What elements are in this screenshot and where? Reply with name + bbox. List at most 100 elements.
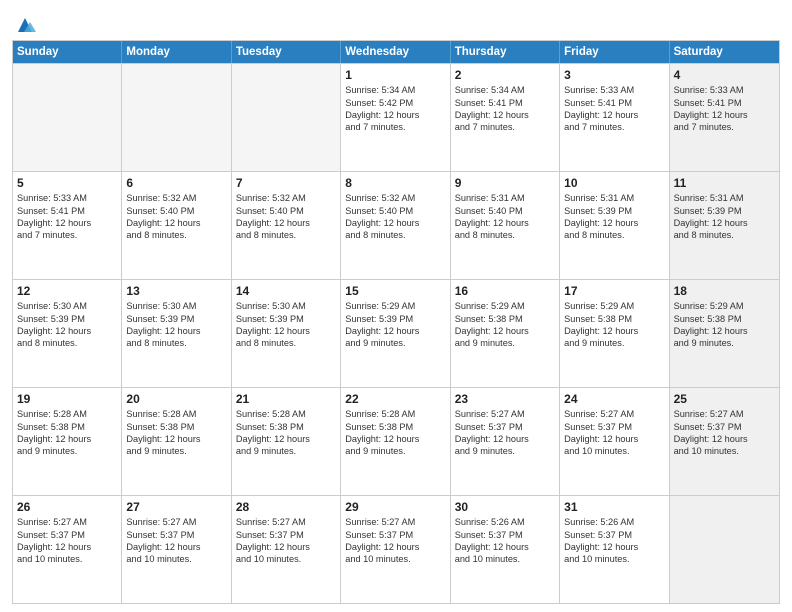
cell-info: Sunrise: 5:29 AM Sunset: 5:38 PM Dayligh… — [455, 301, 529, 348]
day-number: 14 — [236, 283, 336, 299]
cell-info: Sunrise: 5:32 AM Sunset: 5:40 PM Dayligh… — [236, 193, 310, 240]
day-number: 9 — [455, 175, 555, 191]
day-number: 20 — [126, 391, 226, 407]
day-number: 25 — [674, 391, 775, 407]
calendar: SundayMondayTuesdayWednesdayThursdayFrid… — [12, 40, 780, 604]
logo — [12, 14, 36, 34]
calendar-cell: 25 Sunrise: 5:27 AM Sunset: 5:37 PM Dayli… — [670, 388, 779, 495]
calendar-cell: 30Sunrise: 5:26 AM Sunset: 5:37 PM Dayli… — [451, 496, 560, 603]
cell-info: Sunrise: 5:28 AM Sunset: 5:38 PM Dayligh… — [17, 409, 91, 456]
day-number: 23 — [455, 391, 555, 407]
weekday-header: Friday — [560, 41, 669, 63]
calendar-cell: 10 Sunrise: 5:31 AM Sunset: 5:39 PM Dayli… — [560, 172, 669, 279]
calendar-cell: 23 Sunrise: 5:27 AM Sunset: 5:37 PM Dayli… — [451, 388, 560, 495]
calendar-cell: 31 Sunrise: 5:26 AM Sunset: 5:37 PM Dayli… — [560, 496, 669, 603]
cell-info: Sunrise: 5:30 AM Sunset: 5:39 PM Dayligh… — [126, 301, 200, 348]
calendar-cell: 1Sunrise: 5:34 AM Sunset: 5:42 PM Daylig… — [341, 64, 450, 171]
calendar-cell: 14Sunrise: 5:30 AM Sunset: 5:39 PM Dayli… — [232, 280, 341, 387]
calendar-cell: 19 Sunrise: 5:28 AM Sunset: 5:38 PM Dayli… — [13, 388, 122, 495]
header — [12, 10, 780, 34]
calendar-cell — [13, 64, 122, 171]
day-number: 2 — [455, 67, 555, 83]
calendar-cell: 7 Sunrise: 5:32 AM Sunset: 5:40 PM Daylig… — [232, 172, 341, 279]
day-number: 12 — [17, 283, 117, 299]
cell-info: Sunrise: 5:33 AM Sunset: 5:41 PM Dayligh… — [17, 193, 91, 240]
cell-info: Sunrise: 5:28 AM Sunset: 5:38 PM Dayligh… — [345, 409, 419, 456]
cell-info: Sunrise: 5:27 AM Sunset: 5:37 PM Dayligh… — [17, 517, 91, 564]
weekday-header: Saturday — [670, 41, 779, 63]
calendar-cell: 2Sunrise: 5:34 AM Sunset: 5:41 PM Daylig… — [451, 64, 560, 171]
day-number: 18 — [674, 283, 775, 299]
calendar-cell: 28 Sunrise: 5:27 AM Sunset: 5:37 PM Dayli… — [232, 496, 341, 603]
calendar-row: 5 Sunrise: 5:33 AM Sunset: 5:41 PM Daylig… — [13, 171, 779, 279]
day-number: 27 — [126, 499, 226, 515]
calendar-header: SundayMondayTuesdayWednesdayThursdayFrid… — [13, 41, 779, 63]
cell-info: Sunrise: 5:27 AM Sunset: 5:37 PM Dayligh… — [126, 517, 200, 564]
calendar-cell: 26 Sunrise: 5:27 AM Sunset: 5:37 PM Dayli… — [13, 496, 122, 603]
day-number: 8 — [345, 175, 445, 191]
calendar-cell: 27 Sunrise: 5:27 AM Sunset: 5:37 PM Dayli… — [122, 496, 231, 603]
cell-info: Sunrise: 5:29 AM Sunset: 5:38 PM Dayligh… — [674, 301, 748, 348]
calendar-cell — [232, 64, 341, 171]
day-number: 5 — [17, 175, 117, 191]
calendar-row: 26 Sunrise: 5:27 AM Sunset: 5:37 PM Dayli… — [13, 495, 779, 603]
day-number: 3 — [564, 67, 664, 83]
weekday-header: Sunday — [13, 41, 122, 63]
page-container: SundayMondayTuesdayWednesdayThursdayFrid… — [0, 0, 792, 612]
day-number: 22 — [345, 391, 445, 407]
calendar-body: 1Sunrise: 5:34 AM Sunset: 5:42 PM Daylig… — [13, 63, 779, 603]
day-number: 7 — [236, 175, 336, 191]
day-number: 21 — [236, 391, 336, 407]
day-number: 16 — [455, 283, 555, 299]
cell-info: Sunrise: 5:27 AM Sunset: 5:37 PM Dayligh… — [674, 409, 748, 456]
cell-info: Sunrise: 5:29 AM Sunset: 5:39 PM Dayligh… — [345, 301, 419, 348]
cell-info: Sunrise: 5:26 AM Sunset: 5:37 PM Dayligh… — [564, 517, 638, 564]
calendar-cell — [122, 64, 231, 171]
weekday-header: Tuesday — [232, 41, 341, 63]
weekday-header: Thursday — [451, 41, 560, 63]
cell-info: Sunrise: 5:33 AM Sunset: 5:41 PM Dayligh… — [674, 85, 748, 132]
calendar-cell: 21Sunrise: 5:28 AM Sunset: 5:38 PM Dayli… — [232, 388, 341, 495]
calendar-cell: 22 Sunrise: 5:28 AM Sunset: 5:38 PM Dayli… — [341, 388, 450, 495]
calendar-cell: 9 Sunrise: 5:31 AM Sunset: 5:40 PM Daylig… — [451, 172, 560, 279]
calendar-cell: 16 Sunrise: 5:29 AM Sunset: 5:38 PM Dayli… — [451, 280, 560, 387]
calendar-cell: 24 Sunrise: 5:27 AM Sunset: 5:37 PM Dayli… — [560, 388, 669, 495]
cell-info: Sunrise: 5:27 AM Sunset: 5:37 PM Dayligh… — [455, 409, 529, 456]
calendar-cell: 4 Sunrise: 5:33 AM Sunset: 5:41 PM Daylig… — [670, 64, 779, 171]
calendar-cell: 15 Sunrise: 5:29 AM Sunset: 5:39 PM Dayli… — [341, 280, 450, 387]
day-number: 11 — [674, 175, 775, 191]
day-number: 4 — [674, 67, 775, 83]
day-number: 15 — [345, 283, 445, 299]
cell-info: Sunrise: 5:26 AM Sunset: 5:37 PM Dayligh… — [455, 517, 529, 564]
cell-info: Sunrise: 5:31 AM Sunset: 5:40 PM Dayligh… — [455, 193, 529, 240]
cell-info: Sunrise: 5:30 AM Sunset: 5:39 PM Dayligh… — [17, 301, 91, 348]
calendar-cell: 3 Sunrise: 5:33 AM Sunset: 5:41 PM Daylig… — [560, 64, 669, 171]
cell-info: Sunrise: 5:28 AM Sunset: 5:38 PM Dayligh… — [126, 409, 200, 456]
day-number: 17 — [564, 283, 664, 299]
cell-info: Sunrise: 5:33 AM Sunset: 5:41 PM Dayligh… — [564, 85, 638, 132]
calendar-cell: 12 Sunrise: 5:30 AM Sunset: 5:39 PM Dayli… — [13, 280, 122, 387]
cell-info: Sunrise: 5:31 AM Sunset: 5:39 PM Dayligh… — [674, 193, 748, 240]
cell-info: Sunrise: 5:34 AM Sunset: 5:42 PM Dayligh… — [345, 85, 419, 132]
calendar-cell: 8Sunrise: 5:32 AM Sunset: 5:40 PM Daylig… — [341, 172, 450, 279]
cell-info: Sunrise: 5:27 AM Sunset: 5:37 PM Dayligh… — [564, 409, 638, 456]
calendar-cell: 17 Sunrise: 5:29 AM Sunset: 5:38 PM Dayli… — [560, 280, 669, 387]
day-number: 31 — [564, 499, 664, 515]
day-number: 10 — [564, 175, 664, 191]
calendar-cell: 5 Sunrise: 5:33 AM Sunset: 5:41 PM Daylig… — [13, 172, 122, 279]
day-number: 29 — [345, 499, 445, 515]
calendar-row: 19 Sunrise: 5:28 AM Sunset: 5:38 PM Dayli… — [13, 387, 779, 495]
cell-info: Sunrise: 5:27 AM Sunset: 5:37 PM Dayligh… — [236, 517, 310, 564]
calendar-row: 12 Sunrise: 5:30 AM Sunset: 5:39 PM Dayli… — [13, 279, 779, 387]
day-number: 26 — [17, 499, 117, 515]
calendar-cell: 18 Sunrise: 5:29 AM Sunset: 5:38 PM Dayli… — [670, 280, 779, 387]
cell-info: Sunrise: 5:31 AM Sunset: 5:39 PM Dayligh… — [564, 193, 638, 240]
day-number: 13 — [126, 283, 226, 299]
day-number: 28 — [236, 499, 336, 515]
day-number: 6 — [126, 175, 226, 191]
cell-info: Sunrise: 5:29 AM Sunset: 5:38 PM Dayligh… — [564, 301, 638, 348]
calendar-row: 1Sunrise: 5:34 AM Sunset: 5:42 PM Daylig… — [13, 63, 779, 171]
day-number: 24 — [564, 391, 664, 407]
weekday-header: Monday — [122, 41, 231, 63]
day-number: 19 — [17, 391, 117, 407]
